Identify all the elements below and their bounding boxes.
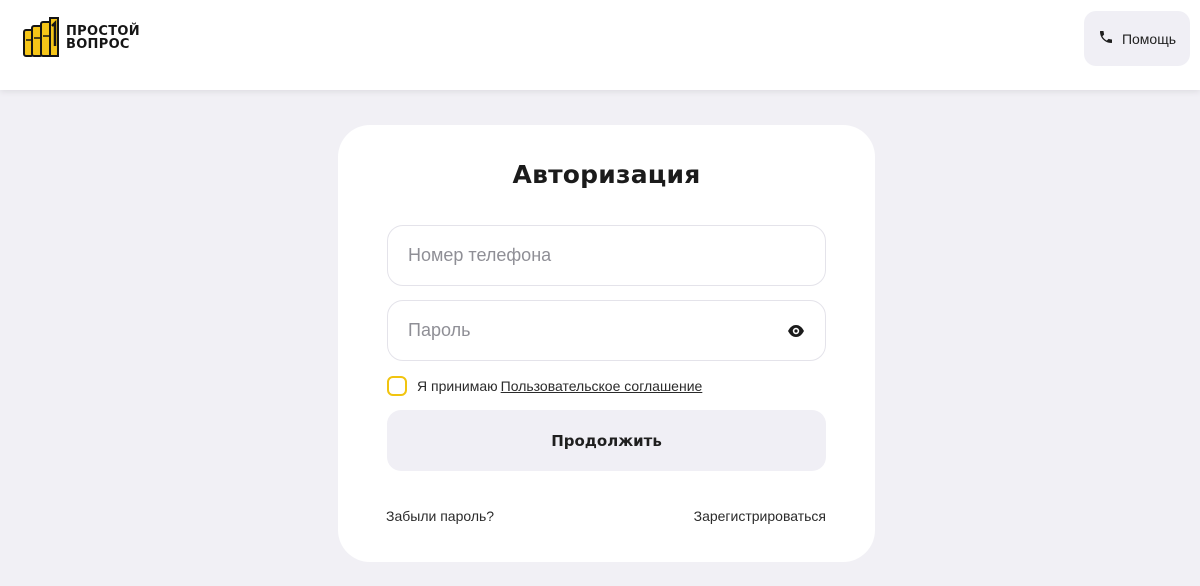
page-title: Авторизация bbox=[512, 160, 701, 189]
top-header: ПРОСТОЙ ВОПРОС Помощь bbox=[0, 0, 1200, 90]
phone-input[interactable] bbox=[408, 226, 768, 285]
agreement-checkbox[interactable] bbox=[387, 376, 407, 396]
agreement-row: Я принимаю Пользовательское соглашение bbox=[387, 376, 702, 396]
brand-name: ПРОСТОЙ ВОПРОС bbox=[66, 25, 140, 51]
help-button-label: Помощь bbox=[1121, 30, 1177, 47]
eye-icon[interactable] bbox=[787, 323, 805, 339]
help-button[interactable]: Помощь bbox=[1084, 11, 1190, 66]
thumbs-up-logo-icon bbox=[22, 16, 62, 60]
register-link[interactable]: Зарегистрироваться bbox=[694, 508, 826, 524]
brand-logo[interactable]: ПРОСТОЙ ВОПРОС bbox=[22, 16, 140, 60]
continue-button[interactable]: Продолжить bbox=[387, 410, 826, 471]
password-field[interactable] bbox=[387, 300, 826, 361]
user-agreement-link[interactable]: Пользовательское соглашение bbox=[501, 378, 703, 394]
forgot-password-link[interactable]: Забыли пароль? bbox=[386, 508, 494, 524]
password-input[interactable] bbox=[408, 301, 768, 360]
agreement-text: Я принимаю bbox=[417, 378, 498, 394]
phone-field[interactable] bbox=[387, 225, 826, 286]
brand-name-line2: ВОПРОС bbox=[66, 37, 130, 52]
phone-icon bbox=[1098, 29, 1114, 48]
